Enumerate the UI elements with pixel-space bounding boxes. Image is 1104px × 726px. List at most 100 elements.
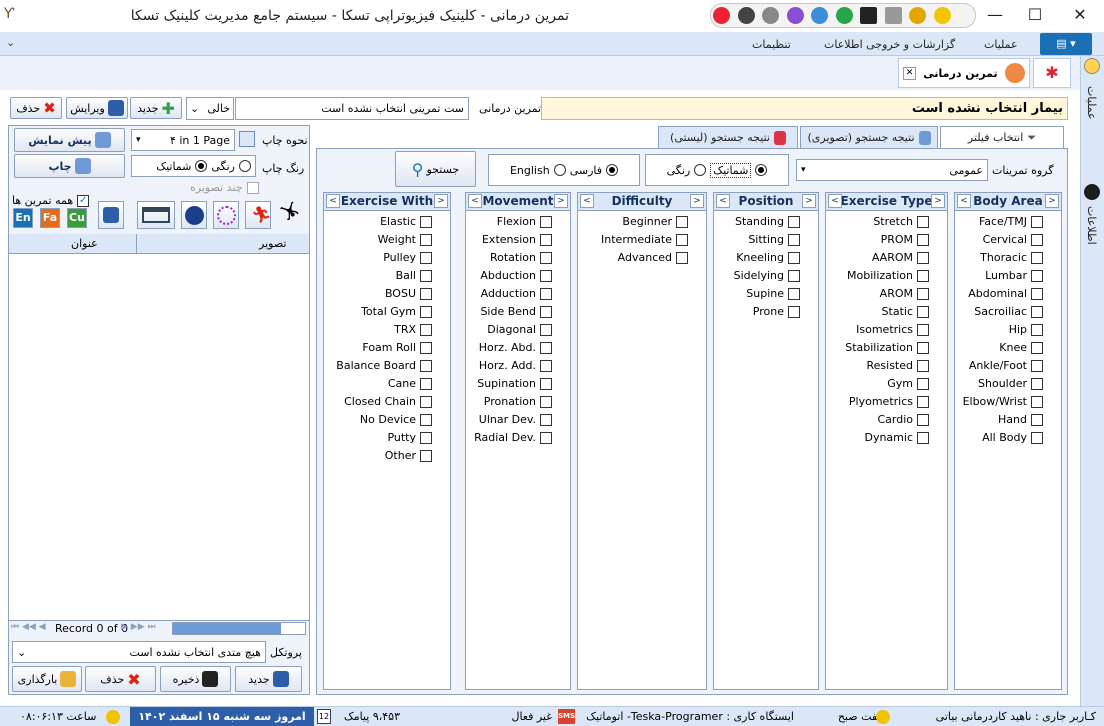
horizontal-scrollbar[interactable] (172, 622, 306, 635)
filter-option[interactable]: Horz. Abd. (466, 339, 556, 357)
filter-option[interactable]: Hand (955, 411, 1047, 429)
delete-button[interactable]: حذف ✖ (10, 97, 62, 119)
filter-option[interactable]: Cardio (826, 411, 933, 429)
filter-option-checkbox[interactable] (788, 216, 800, 228)
filter-option-checkbox[interactable] (540, 234, 552, 246)
filter-option-checkbox[interactable] (1031, 288, 1043, 300)
filter-option-checkbox[interactable] (917, 432, 929, 444)
filter-option-checkbox[interactable] (420, 360, 432, 372)
new-button[interactable]: جدید ✚ (130, 97, 182, 119)
lang-cu-button[interactable]: Cu (67, 208, 87, 228)
group-select[interactable]: ▾ عمومی (796, 159, 988, 181)
all-exercises-checkbox[interactable]: ✓ (77, 194, 90, 207)
filter-option[interactable]: AAROM (826, 249, 933, 267)
filter-option-checkbox[interactable] (917, 342, 929, 354)
filter-option[interactable]: Ulnar Dev. (466, 411, 556, 429)
lang-farsi-radio[interactable] (606, 164, 619, 176)
filter-option[interactable]: Isometrics (826, 321, 933, 339)
filter-option-checkbox[interactable] (540, 216, 552, 228)
print-button[interactable]: چاپ (14, 154, 125, 178)
collapse-arrow-icon[interactable]: < (468, 194, 482, 208)
filter-option[interactable]: Thoracic (955, 249, 1047, 267)
protocol-save-button[interactable]: ذخیره (160, 666, 231, 692)
menu-operations[interactable]: عملیات (984, 38, 1018, 51)
filter-option[interactable]: Cervical (955, 231, 1047, 249)
filter-option[interactable]: Sacroiliac (955, 303, 1047, 321)
filter-option-checkbox[interactable] (917, 378, 929, 390)
filter-option-checkbox[interactable] (1031, 324, 1043, 336)
menu-app-button[interactable]: ▤ ▾ (1040, 33, 1092, 55)
filter-option[interactable]: Cane (324, 375, 436, 393)
filter-option-checkbox[interactable] (1031, 216, 1043, 228)
filter-option-checkbox[interactable] (540, 432, 552, 444)
filter-option-checkbox[interactable] (1031, 234, 1043, 246)
save-icon[interactable] (860, 7, 877, 24)
record-icon[interactable] (762, 7, 779, 24)
pin-icon[interactable] (713, 7, 730, 24)
filter-option[interactable]: Supination (466, 375, 556, 393)
filter-option[interactable]: Face/TMJ (955, 213, 1047, 231)
filter-option-checkbox[interactable] (1031, 270, 1043, 282)
star-icon[interactable] (933, 7, 951, 24)
expand-arrow-icon[interactable]: > (434, 194, 448, 208)
tab-list-result[interactable]: (نتیجه جستجو (لیستی (658, 126, 798, 148)
filter-option-checkbox[interactable] (540, 342, 552, 354)
filter-option[interactable]: Pronation (466, 393, 556, 411)
filter-option-checkbox[interactable] (540, 270, 552, 282)
clear-table-button[interactable] (137, 201, 175, 229)
filter-option-checkbox[interactable] (1031, 396, 1043, 408)
filter-option-checkbox[interactable] (540, 252, 552, 264)
quick-access-toolbar[interactable] (710, 3, 976, 28)
filter-option[interactable]: Dynamic (826, 429, 933, 447)
refresh-icon[interactable] (811, 7, 828, 24)
filter-option[interactable]: Mobilization (826, 267, 933, 285)
user-icon[interactable] (1084, 58, 1100, 74)
exercise-table-body[interactable] (9, 254, 309, 620)
filter-option-checkbox[interactable] (788, 288, 800, 300)
filter-option-checkbox[interactable] (676, 216, 688, 228)
filter-option-checkbox[interactable] (420, 378, 432, 390)
filter-option-checkbox[interactable] (420, 306, 432, 318)
multi-image-checkbox[interactable] (246, 181, 259, 194)
filter-option-checkbox[interactable] (420, 342, 432, 354)
filter-option[interactable]: Balance Board (324, 357, 436, 375)
expand-arrow-icon[interactable]: > (554, 194, 568, 208)
menu-reports[interactable]: گزارشات و خروجی اطلاعات (824, 38, 955, 51)
filter-option-checkbox[interactable] (917, 414, 929, 426)
maximize-button[interactable]: ☐ (1015, 4, 1055, 26)
filter-option-checkbox[interactable] (420, 432, 432, 444)
filter-option[interactable]: Static (826, 303, 933, 321)
filter-option[interactable]: Total Gym (324, 303, 436, 321)
filter-option[interactable]: Intermediate (578, 231, 692, 249)
filter-option-checkbox[interactable] (1031, 378, 1043, 390)
filter-option[interactable]: Horz. Add. (466, 357, 556, 375)
filter-option[interactable]: Supine (714, 285, 804, 303)
menu-settings[interactable]: تنظیمات (752, 38, 791, 51)
filter-option[interactable]: Gym (826, 375, 933, 393)
filter-option[interactable]: Stretch (826, 213, 933, 231)
group-exercise-button[interactable] (213, 201, 239, 229)
filter-option-checkbox[interactable] (1031, 432, 1043, 444)
filter-option-checkbox[interactable] (917, 324, 929, 336)
filter-option-checkbox[interactable] (917, 360, 929, 372)
print-mode-select[interactable]: ▾ ۴ in 1 Page (131, 129, 235, 151)
filter-option[interactable]: Advanced (578, 249, 692, 267)
filter-option-checkbox[interactable] (1031, 342, 1043, 354)
filter-option-checkbox[interactable] (540, 288, 552, 300)
filter-option[interactable]: Extension (466, 231, 556, 249)
filter-option-checkbox[interactable] (1031, 252, 1043, 264)
collapse-arrow-icon[interactable]: < (828, 194, 842, 208)
filter-option[interactable]: Ankle/Foot (955, 357, 1047, 375)
filter-option-checkbox[interactable] (917, 288, 929, 300)
collapse-arrow-icon[interactable]: < (326, 194, 340, 208)
filter-option[interactable]: Foam Roll (324, 339, 436, 357)
filter-option[interactable]: PROM (826, 231, 933, 249)
filter-option-checkbox[interactable] (917, 306, 929, 318)
filter-option[interactable]: Beginner (578, 213, 692, 231)
preview-button[interactable]: پیش نمایش (14, 128, 125, 152)
protocol-select[interactable]: هیچ متدی انتخاب نشده است ⌄ (12, 641, 266, 663)
filter-option[interactable]: Standing (714, 213, 804, 231)
filter-option[interactable]: Adduction (466, 285, 556, 303)
filter-option[interactable]: Rotation (466, 249, 556, 267)
exercise-set-field[interactable]: ست تمرینی انتخاب نشده است (235, 97, 469, 120)
